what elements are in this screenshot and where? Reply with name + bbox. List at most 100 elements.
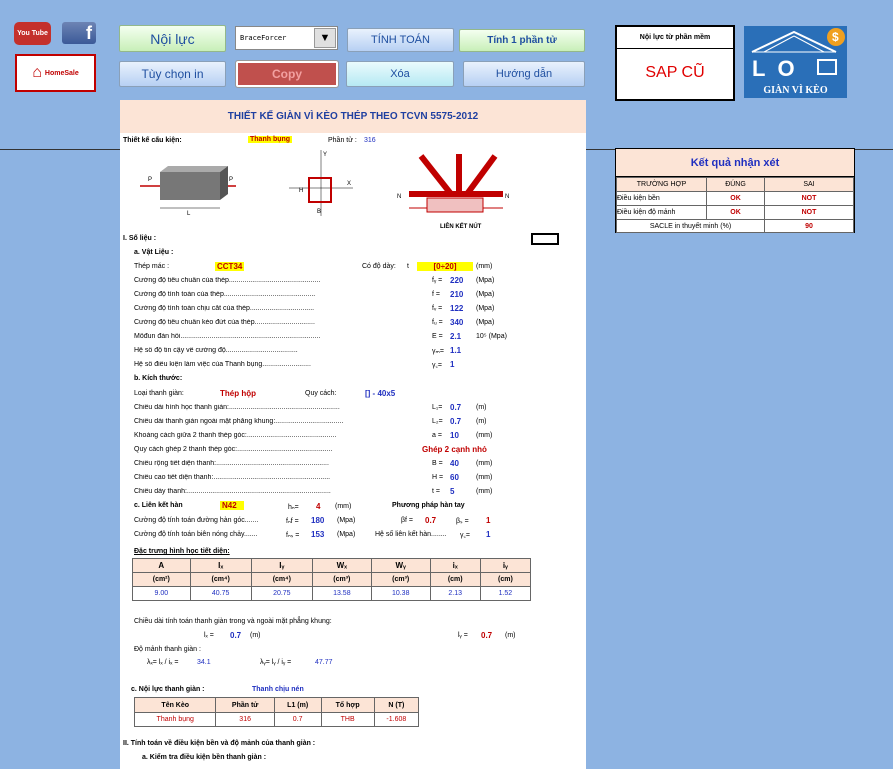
xoa-button[interactable]: Xóa [346,61,454,87]
bf-sym: βf = [401,517,414,524]
table-cell: (cm³) [370,572,431,587]
table-cell: Wᵧ [370,558,431,573]
selected-cell[interactable] [531,233,559,245]
row-label: Chiều dài thanh giàn ngoài mặt phẳng khu… [134,418,344,425]
loai-thanh-label: Loại thanh giàn: [134,390,184,397]
table-cell: 20.75 [250,586,313,601]
thanh-chiu-value: Thanh chịu nén [252,686,304,693]
row-label: Cường độ tính toán chịu cắt của thép....… [134,305,315,312]
kich-thuoc-heading: b. Kích thước: [134,375,183,382]
tk-value[interactable]: Thanh bụng [248,136,293,143]
table-cell: L1 (m) [273,697,322,713]
fwf-unit: (Mpa) [337,517,356,524]
noi-luc-button[interactable]: Nội lực [119,25,226,52]
huong-dan-button[interactable]: Hướng dẫn [463,61,585,87]
table-cell: (cm) [479,572,532,587]
table-cell: (cm²) [132,572,191,587]
fws-label: Cường độ tính toán biên nóng chảy....... [134,531,258,538]
row-symbol: B = [432,460,443,467]
hf-value[interactable]: 4 [316,502,320,511]
row-unit: (Mpa) [476,319,495,326]
table-cell: 10.38 [370,586,431,601]
row-value: 1 [450,360,455,369]
bf-value[interactable]: 0.7 [425,516,436,525]
hs-lk-label: Hệ số liên kết hàn........ [375,531,447,538]
row-unit: (mm) [476,432,493,439]
row-symbol: γₘ= [432,348,444,355]
table-cell: iᵧ [479,558,532,573]
house-icon: ⌂ [32,64,42,81]
ly-unit: (m) [505,632,516,639]
row-value[interactable]: Ghép 2 cạnh nhỏ [422,445,487,454]
row-label: Cường độ tính toán của thép.............… [134,291,316,298]
result-header-sai: SAI [764,177,854,192]
facebook-icon[interactable]: f [62,22,96,44]
row-unit: (Mpa) [476,305,495,312]
section-2-heading: II. Tính toán về điều kiện bền và độ mản… [123,740,316,747]
svg-text:$: $ [832,30,839,44]
calculation-sheet: THIẾT KẾ GIÀN VÌ KÈO THÉP THEO TCVN 5575… [120,100,586,769]
youtube-icon[interactable]: You Tube [14,22,51,45]
row-value: 122 [450,304,464,313]
table-cell: Tổ hợp [320,697,375,713]
result-row-label: Điều kiện bền [616,191,707,206]
result-title: Kết quả nhận xét [616,149,854,177]
section-1-heading: I. Số liệu : [123,235,157,242]
bs-value[interactable]: 1 [486,516,490,525]
vat-lieu-heading: a. Vật Liệu : [134,249,174,256]
svg-text:Y: Y [323,152,327,158]
row-value: 10 [450,431,459,440]
loai-thanh-value[interactable]: Thép hộp [220,389,256,398]
row-label: Hệ số điều kiện làm việc của Thanh bụng.… [134,361,311,368]
row-label: Chiều cao tiết diện thanh:..............… [134,474,331,481]
fws-sym: fₙₛ = [286,532,300,539]
gc-sym: γ꜀= [460,532,471,539]
chevron-down-icon[interactable]: ▼ [314,28,336,48]
row-unit: (mm) [476,488,493,495]
que-han-value[interactable]: N42 [220,501,244,510]
table-cell: N (T) [373,697,420,713]
copy-button[interactable]: Copy [235,60,339,88]
tinh-1-phan-tu-button[interactable]: Tính 1 phần tử [459,29,585,52]
row-unit: (mm) [476,460,493,467]
row-value: 1.1 [450,346,462,355]
row-value: 0.7 [450,403,462,412]
row-symbol: γ꜀= [432,362,443,369]
tinh-toan-button[interactable]: TÍNH TOÁN [347,28,454,52]
table-cell: (cm) [429,572,481,587]
homesale-logo[interactable]: ⌂ HomeSale [15,54,96,92]
homesale-label: HomeSale [44,69,79,77]
table-cell: Phần tử [215,697,275,713]
joint-diagram: N N [397,154,509,213]
row-unit: 10⁵ (Mpa) [476,333,507,340]
row-value: 5 [450,487,455,496]
row-symbol: f = [432,291,440,298]
gian-vi-keo-logo: $ LO GIÀN VÌ KÈO [744,26,847,98]
table-cell: 0.7 [273,712,322,727]
tuy-chon-in-button[interactable]: Tùy chọn in [119,61,226,87]
phuong-phap: Phương pháp hàn tay [392,502,465,509]
result-row-sai: NOT [764,191,854,206]
row-value: 60 [450,473,459,482]
do-day-value[interactable]: [0÷20] [417,262,473,271]
lien-ket-heading: c. Liên kết hàn [134,502,183,509]
thep-mac-value[interactable]: CCT34 [215,262,245,271]
logo-letters: LO [752,56,807,81]
do-day-label: Có độ dày: [362,263,396,270]
sacle-value[interactable]: 90 [764,219,854,233]
section-2a-heading: a. Kiểm tra điều kiện bền thanh giàn : [142,754,267,761]
row-label: Chiều rộng tiết diện thanh:.............… [134,460,329,467]
table-cell: Iᵧ [250,558,313,573]
svg-text:X: X [347,181,351,187]
software-value: SAP CŨ [645,64,705,81]
svg-text:N: N [397,194,401,200]
row-unit: (Mpa) [476,277,495,284]
lamx-value: 34.1 [197,659,211,666]
diagram-label: LIÊN KẾT NÚT [440,224,482,230]
table-cell: THB [320,712,375,727]
source-dropdown[interactable]: BraceForcer ▼ [235,26,338,50]
row-unit: (mm) [476,474,493,481]
result-row-sai: NOT [764,205,854,220]
software-source-box: Nội lực từ phần mềm SAP CŨ [615,25,735,101]
row-symbol: L₂= [432,418,443,425]
